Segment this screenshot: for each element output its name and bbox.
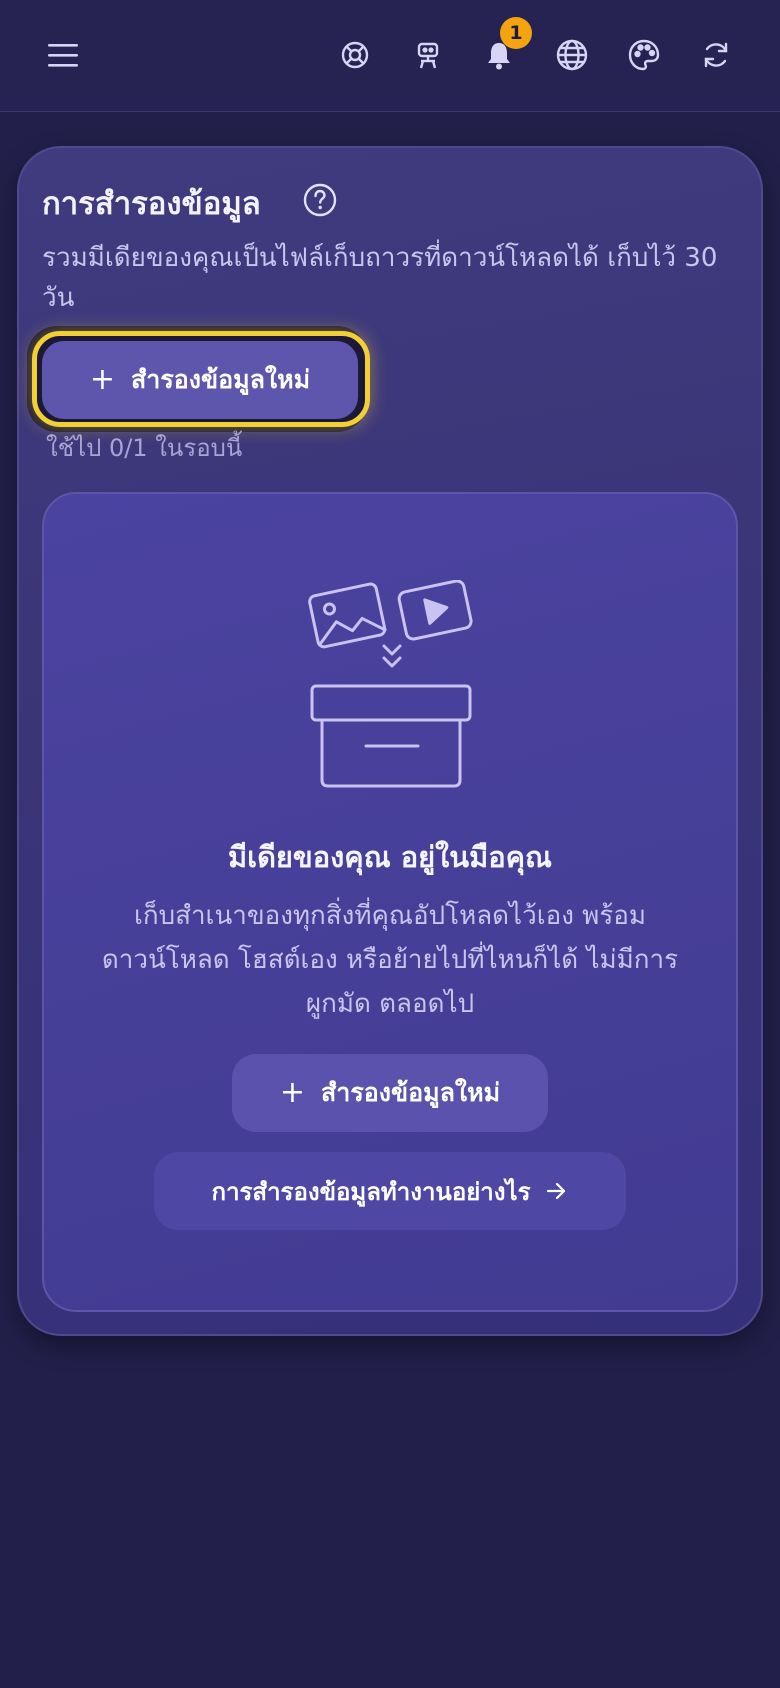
refresh-icon[interactable] xyxy=(687,26,745,84)
page-title: การสำรองข้อมูล xyxy=(42,186,261,222)
usage-counter: ใช้ไป 0/1 ในรอบนี้ xyxy=(46,434,243,462)
globe-icon[interactable] xyxy=(543,26,601,84)
backup-description: รวมมีเดียของคุณเป็นไฟล์เก็บถาวรที่ดาวน์โ… xyxy=(42,243,718,313)
top-bar: 1 xyxy=(0,0,780,112)
arrow-right-icon xyxy=(547,1182,566,1200)
bell-icon[interactable]: 1 xyxy=(470,17,532,84)
help-icon[interactable] xyxy=(302,182,338,218)
plus-icon: + xyxy=(279,1075,306,1110)
empty-state-new-backup-label: สำรองข้อมูลใหม่ xyxy=(321,1078,501,1107)
how-it-works-label: การสำรองข้อมูลทำงานอย่างไร xyxy=(211,1177,531,1206)
robot-icon[interactable] xyxy=(399,26,457,84)
empty-state-new-backup-button[interactable]: + สำรองข้อมูลใหม่ xyxy=(232,1054,548,1132)
palette-icon[interactable] xyxy=(615,26,673,84)
hamburger-menu-icon[interactable] xyxy=(34,26,92,84)
how-it-works-button[interactable]: การสำรองข้อมูลทำงานอย่างไร xyxy=(154,1152,626,1230)
notification-badge: 1 xyxy=(500,17,532,49)
archive-illustration-icon xyxy=(308,580,473,788)
empty-state-text: เก็บสำเนาของทุกสิ่งที่คุณอัปโหลดไว้เอง พ… xyxy=(101,901,679,1019)
lifebuoy-icon[interactable] xyxy=(326,26,384,84)
focus-ring xyxy=(32,331,370,427)
empty-state-title: มีเดียของคุณ อยู่ในมือคุณ xyxy=(228,840,552,874)
